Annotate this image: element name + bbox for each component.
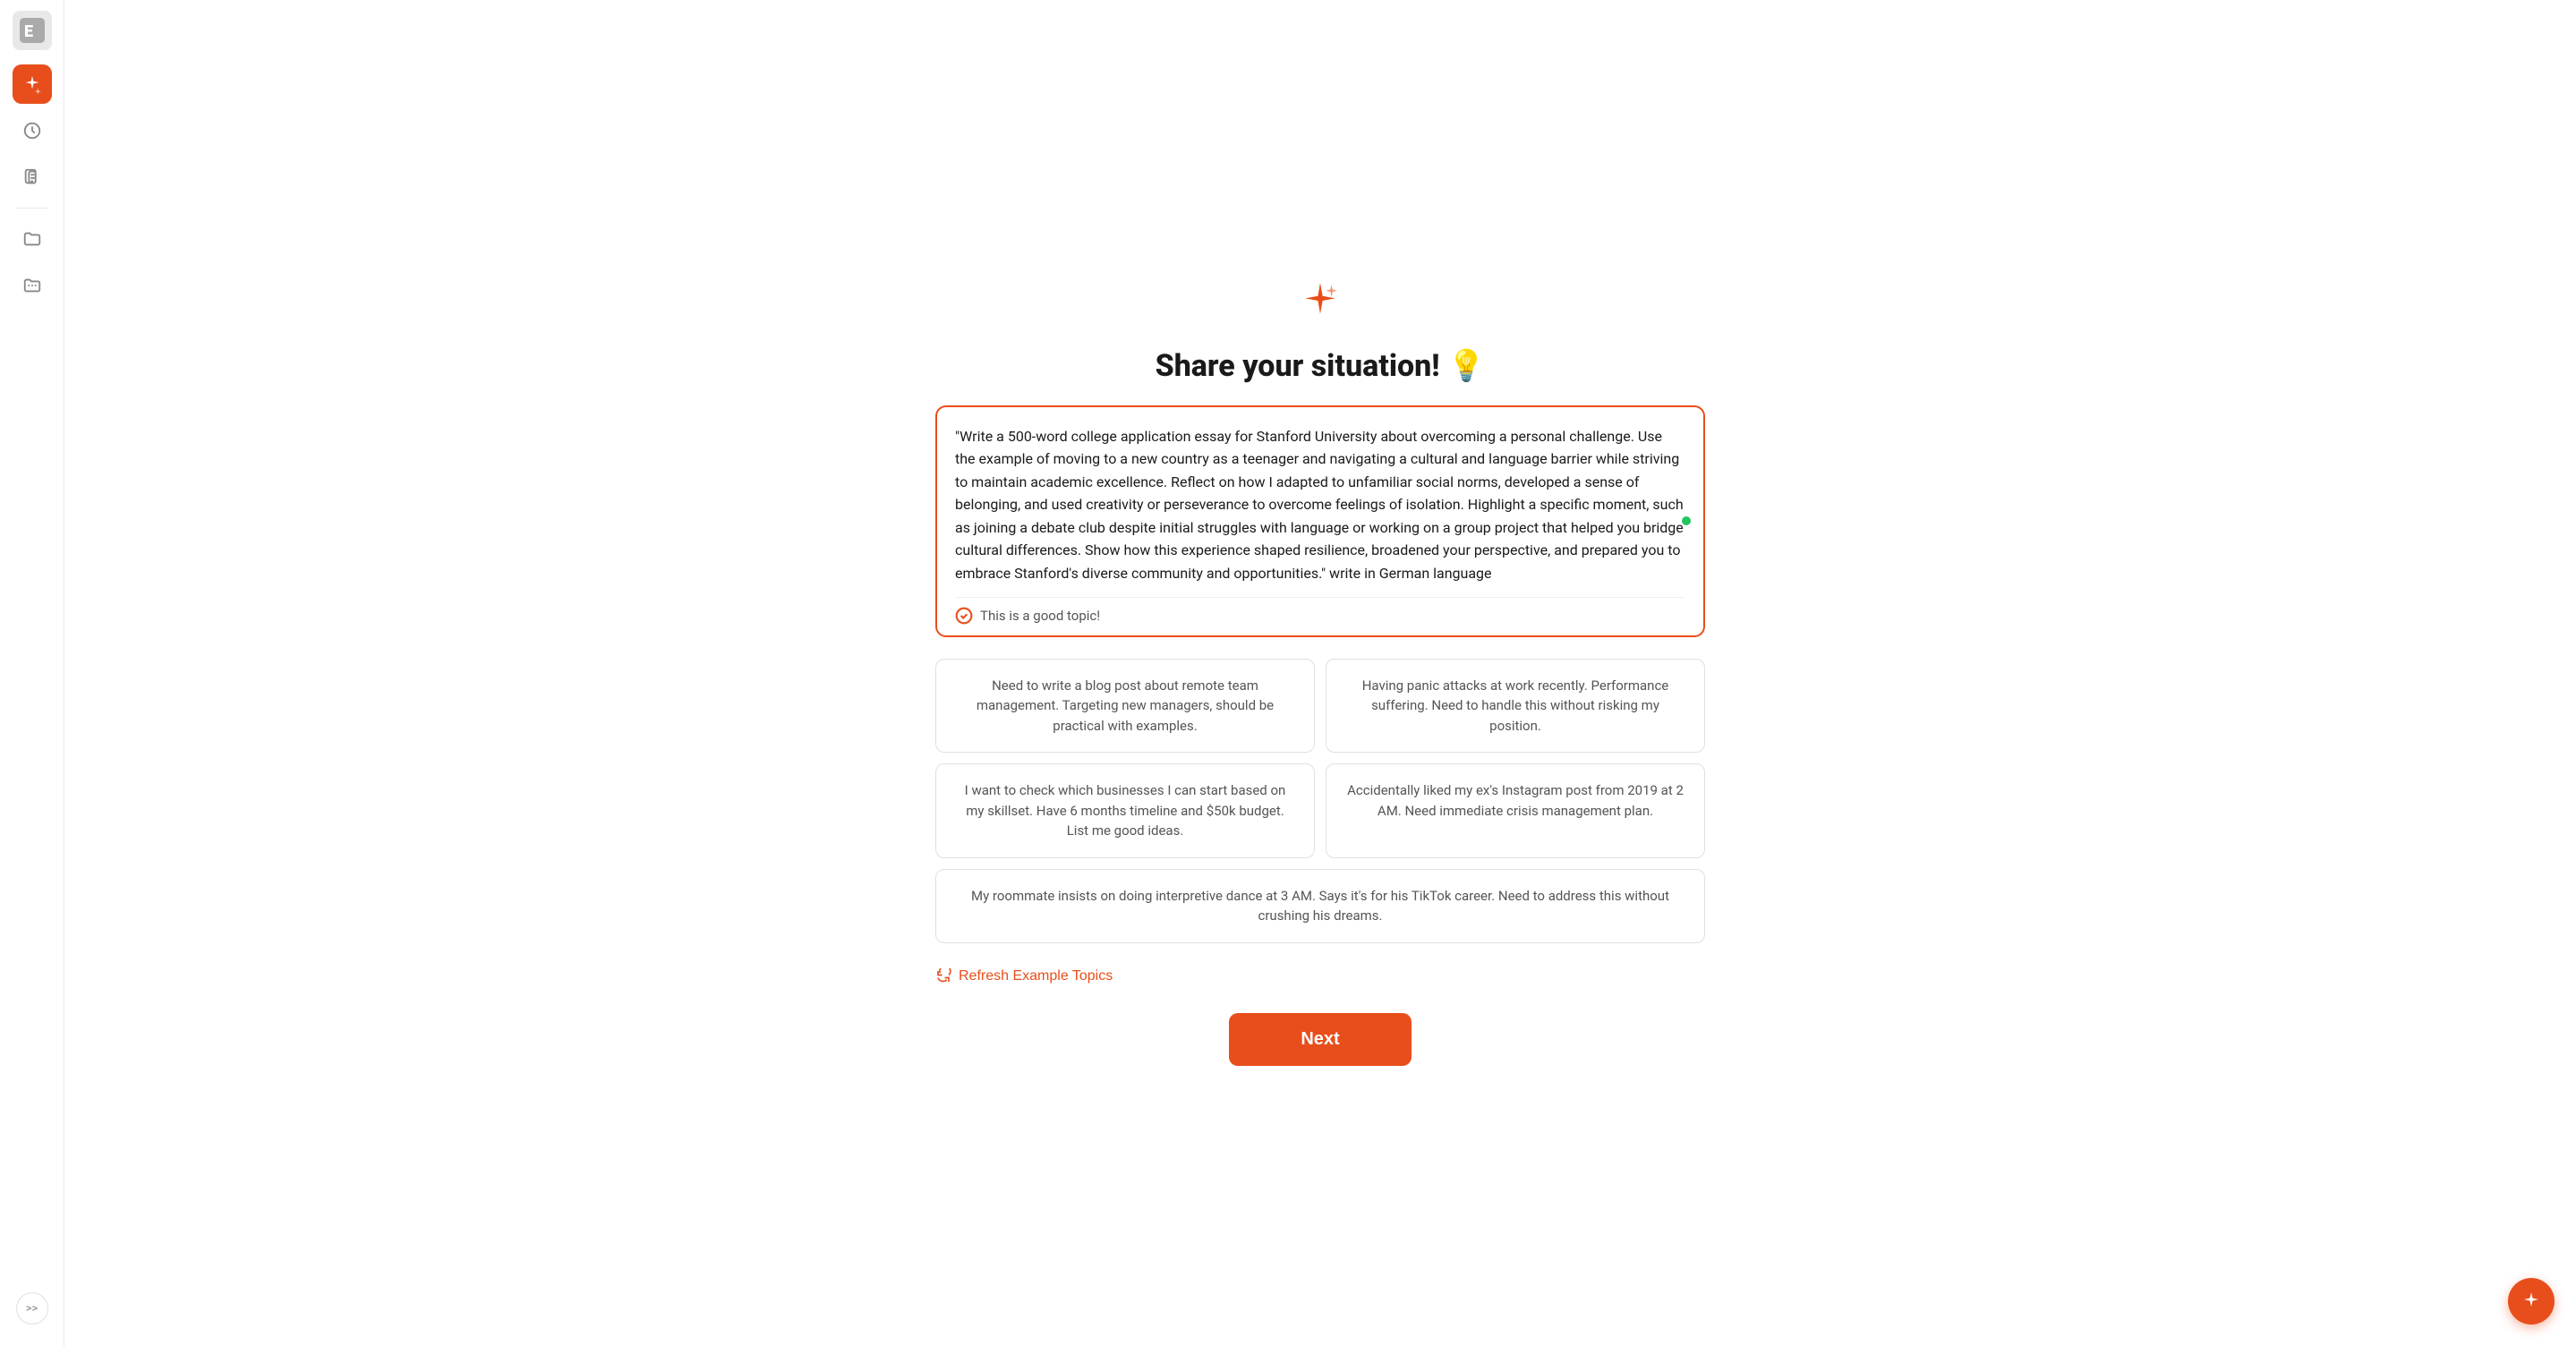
- sidebar-item-history[interactable]: [13, 111, 52, 150]
- sidebar-collapse-button[interactable]: >>: [16, 1292, 48, 1325]
- topic-input-card: This is a good topic!: [935, 405, 1705, 637]
- status-dot: [1682, 516, 1691, 525]
- sidebar-item-ai-assistant[interactable]: [13, 64, 52, 104]
- content-wrapper: Share your situation! 💡 This is a good t…: [935, 281, 1705, 1066]
- refresh-icon: [935, 968, 951, 984]
- refresh-button[interactable]: Refresh Example Topics: [935, 965, 1113, 988]
- sidebar-divider: [16, 208, 48, 209]
- good-topic-badge: This is a good topic!: [955, 597, 1685, 625]
- example-card-1[interactable]: Need to write a blog post about remote t…: [935, 659, 1315, 754]
- svg-text:E: E: [24, 22, 33, 41]
- next-button[interactable]: Next: [1229, 1013, 1411, 1066]
- example-card-4[interactable]: Accidentally liked my ex's Instagram pos…: [1326, 763, 1705, 858]
- float-action-button[interactable]: [2508, 1278, 2555, 1325]
- topic-textarea[interactable]: [955, 425, 1685, 586]
- collapse-icon: >>: [26, 1302, 38, 1316]
- sidebar-item-documents[interactable]: [13, 158, 52, 197]
- sidebar-item-folder1[interactable]: [13, 219, 52, 259]
- good-topic-text: This is a good topic!: [980, 608, 1100, 624]
- float-icon: [2521, 1291, 2542, 1312]
- sidebar-item-folder2[interactable]: [13, 266, 52, 305]
- example-card-5[interactable]: My roommate insists on doing interpretiv…: [935, 869, 1705, 943]
- sidebar: E: [0, 0, 64, 1346]
- example-card-3[interactable]: I want to check which businesses I can s…: [935, 763, 1315, 858]
- examples-grid: Need to write a blog post about remote t…: [935, 659, 1705, 943]
- logo-icon: E: [20, 18, 45, 43]
- title-emoji: 💡: [1447, 348, 1485, 384]
- main-content: Share your situation! 💡 This is a good t…: [64, 0, 2576, 1346]
- spark-icon: [1301, 281, 1339, 327]
- logo-button[interactable]: E: [13, 11, 52, 50]
- page-title: Share your situation! 💡: [1156, 348, 1486, 384]
- example-card-2[interactable]: Having panic attacks at work recently. P…: [1326, 659, 1705, 754]
- check-circle-icon: [955, 607, 973, 625]
